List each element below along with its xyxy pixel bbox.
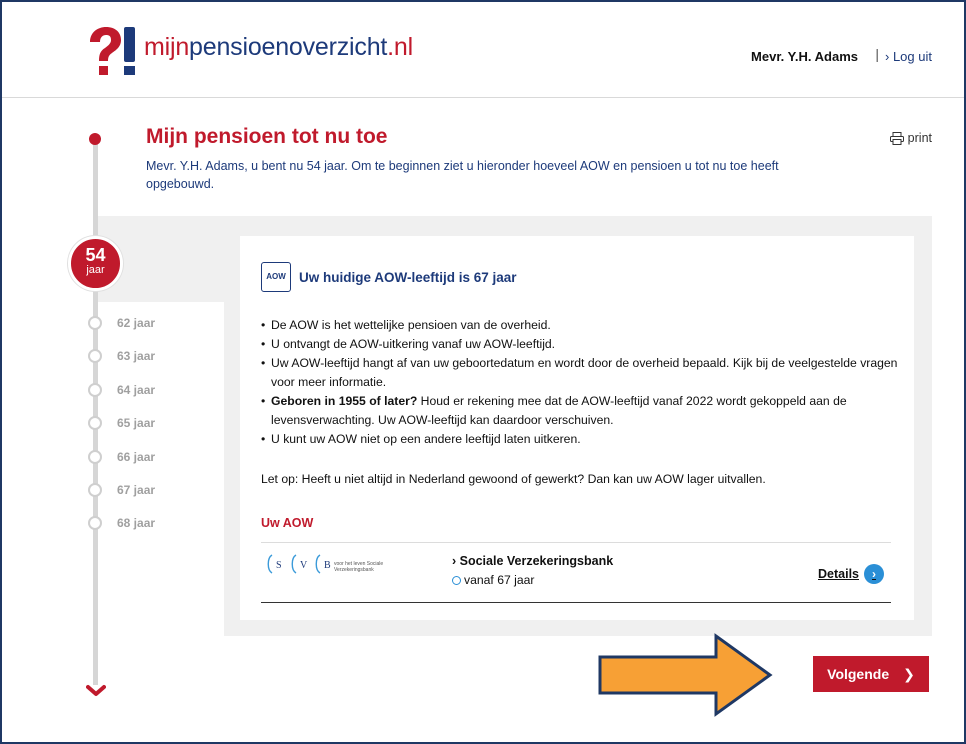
svb-letter-b: B — [324, 560, 331, 571]
aow-card: AOW Uw huidige AOW-leeftijd is 67 jaar D… — [240, 236, 914, 620]
bullet-bold: Geboren in 1955 of later? — [271, 394, 418, 408]
list-item: U ontvangt de AOW-uitkering vanaf uw AOW… — [261, 335, 911, 354]
bullet-text: Uw AOW-leeftijd hangt af van uw geboorte… — [271, 356, 898, 389]
current-age-bubble: 54 jaar — [68, 236, 123, 291]
timeline-start-dot — [89, 133, 101, 145]
provider-since: vanaf 67 jaar — [452, 573, 534, 587]
card-title: Uw huidige AOW-leeftijd is 67 jaar — [299, 270, 517, 285]
details-link[interactable]: Details › — [818, 564, 884, 584]
printer-icon — [889, 131, 904, 145]
print-label: print — [907, 131, 932, 145]
site-logo-text[interactable]: mijnpensioenoverzicht.nl — [144, 33, 413, 62]
next-button-label: Volgende — [827, 666, 890, 682]
current-age-unit: jaar — [86, 264, 105, 276]
uw-aow-heading: Uw AOW — [261, 516, 314, 530]
timeline-item-label: 67 jaar — [117, 483, 156, 497]
timeline-circle-icon — [88, 483, 102, 497]
timeline-circle-icon — [88, 450, 102, 464]
site-header: mijnpensioenoverzicht.nl Mevr. Y.H. Adam… — [2, 2, 964, 98]
list-item: U kunt uw AOW niet op een andere leeftij… — [261, 430, 911, 449]
chevron-down-icon[interactable] — [86, 684, 106, 698]
timeline-item-label: 62 jaar — [117, 316, 156, 330]
page-title: Mijn pensioen tot nu toe — [146, 125, 388, 148]
orange-arrow-annotation — [598, 633, 773, 717]
aow-note: Let op: Heeft u niet altijd in Nederland… — [261, 472, 766, 486]
question-exclamation-logo-icon[interactable] — [86, 26, 138, 78]
bullet-text: U kunt uw AOW niet op een andere leeftij… — [271, 432, 581, 446]
current-age-number: 54 — [85, 245, 106, 265]
print-button[interactable]: print — [889, 131, 932, 145]
provider-link[interactable]: › Sociale Verzekeringsbank — [452, 554, 613, 568]
list-item: Geboren in 1955 of later? Houd er rekeni… — [261, 392, 911, 430]
bullet-text: U ontvangt de AOW-uitkering vanaf uw AOW… — [271, 337, 556, 351]
divider — [261, 542, 891, 543]
page-intro: Mevr. Y.H. Adams, u bent nu 54 jaar. Om … — [146, 159, 779, 191]
timeline-circle-icon — [88, 349, 102, 363]
next-button[interactable]: Volgende ❯ — [813, 656, 929, 692]
bullet-text: De AOW is het wettelijke pensioen van de… — [271, 318, 551, 332]
status-ring-icon — [452, 575, 461, 585]
timeline-item-label: 68 jaar — [117, 516, 156, 530]
details-label: Details — [818, 567, 859, 581]
chevron-right-circle-icon: › — [864, 564, 884, 584]
list-item: Uw AOW-leeftijd hangt af van uw geboorte… — [261, 354, 911, 392]
aow-info-list: De AOW is het wettelijke pensioen van de… — [261, 316, 911, 449]
aow-badge-icon: AOW — [261, 262, 291, 292]
timeline-item-label: 64 jaar — [117, 383, 156, 397]
svb-letter-s: S — [276, 560, 282, 571]
timeline-circle-icon — [88, 416, 102, 430]
timeline-circle-icon — [88, 516, 102, 530]
logo-main: pensioenoverzicht — [189, 33, 388, 61]
svb-logo-subtext: voor het leven Sociale Verzekeringsbank — [334, 561, 384, 573]
list-item: De AOW is het wettelijke pensioen van de… — [261, 316, 911, 335]
timeline-item-label: 66 jaar — [117, 450, 156, 464]
divider — [261, 602, 891, 603]
header-separator: | — [875, 46, 879, 62]
logout-link[interactable]: › Log uit — [885, 49, 932, 64]
chevron-right-icon: ❯ — [903, 665, 915, 682]
timeline-circle-icon — [88, 316, 102, 330]
logo-mijn: mijn — [144, 33, 190, 61]
timeline-item-label: 65 jaar — [117, 416, 156, 430]
provider-since-text: vanaf 67 jaar — [464, 573, 535, 587]
user-name: Mevr. Y.H. Adams — [751, 49, 858, 64]
svb-letter-v: V — [300, 560, 308, 571]
timeline-item-label: 63 jaar — [117, 349, 156, 363]
logo-tld: .nl — [387, 33, 413, 61]
timeline-circle-icon — [88, 383, 102, 397]
